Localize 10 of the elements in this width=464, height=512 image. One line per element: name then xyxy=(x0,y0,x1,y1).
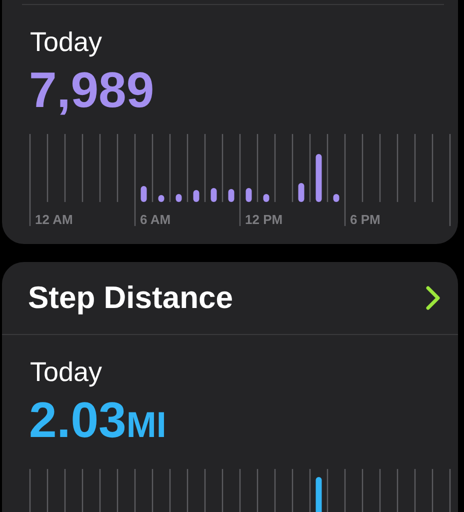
axis-label: 12 PM xyxy=(245,212,283,227)
axis-label: 6 AM xyxy=(140,212,171,227)
chevron-right-icon[interactable] xyxy=(426,286,440,310)
card-title: Step Distance xyxy=(28,280,234,316)
metric-value: 7,989 xyxy=(29,62,156,118)
metric-value: 2.03MI xyxy=(29,392,168,450)
period-label: Today xyxy=(30,357,104,388)
axis-label: 6 PM xyxy=(350,212,380,227)
period-label: Today xyxy=(30,27,104,58)
axis-label: 12 AM xyxy=(35,212,73,227)
